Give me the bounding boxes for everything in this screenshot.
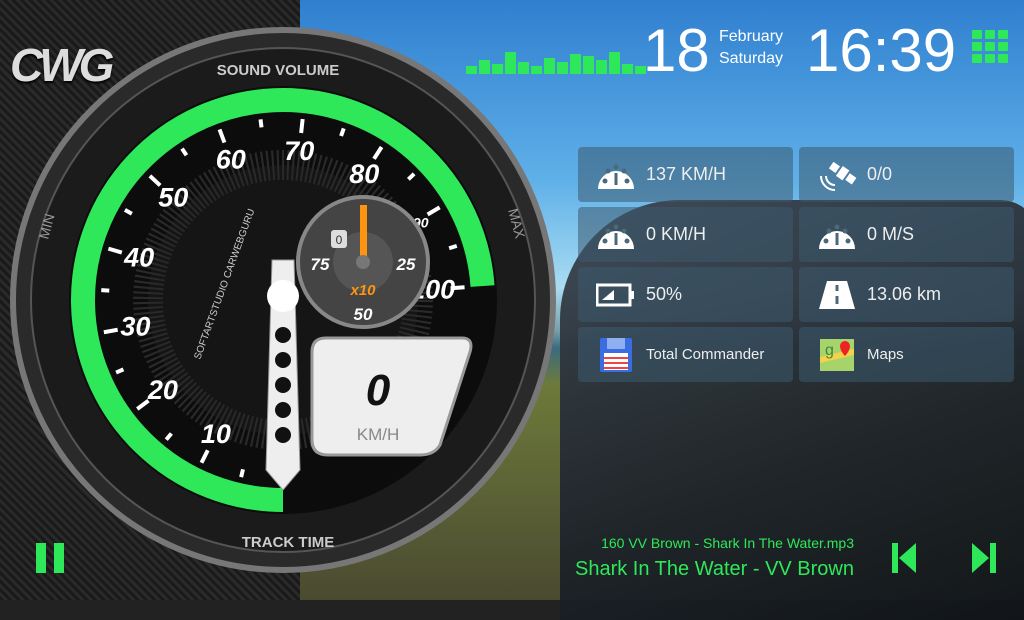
equalizer-bar: [492, 64, 503, 74]
sub-odometer: 0: [336, 233, 343, 247]
gauge-tick: [261, 119, 262, 127]
track-time-label[interactable]: TRACK TIME: [242, 534, 335, 551]
speedometer-icon: [596, 158, 636, 192]
equalizer-bar: [570, 54, 581, 74]
gauge-label-40: 40: [123, 243, 154, 273]
track-filename: 160 VV Brown - Shark In The Water.mp3: [601, 535, 854, 551]
clock: 16:39: [806, 16, 956, 85]
tile-137-km-h[interactable]: 137 KM/H: [578, 147, 793, 202]
equalizer-bar: [583, 56, 594, 74]
track-title: Shark In The Water - VV Brown: [575, 558, 854, 581]
tile-0-km-h[interactable]: 0 KM/H: [578, 207, 793, 262]
wallpaper-car: [560, 200, 1024, 620]
equalizer-bar: [479, 60, 490, 74]
app-grid-icon[interactable]: [972, 30, 1008, 63]
equalizer-bar: [596, 60, 607, 74]
sub-multiplier: x10: [349, 282, 376, 299]
road-icon: [817, 278, 857, 312]
gauge-tick: [341, 128, 344, 136]
tile-label: 13.06 km: [867, 284, 941, 305]
tile-maps[interactable]: g Maps: [799, 327, 1014, 382]
svg-text:g: g: [825, 342, 834, 359]
sub-tick-75: 75: [311, 255, 330, 274]
previous-track-icon[interactable]: [892, 541, 918, 575]
tile-label: 0 KM/H: [646, 224, 706, 245]
floppy-icon: [596, 338, 636, 372]
equalizer-bar: [531, 66, 542, 74]
gauge-label-70: 70: [284, 136, 314, 166]
tile-label: 137 KM/H: [646, 164, 726, 185]
tile-13-06-km[interactable]: 13.06 km: [799, 267, 1014, 322]
tile-total-commander[interactable]: Total Commander: [578, 327, 793, 382]
tile-label: Maps: [867, 346, 904, 363]
rpm-subgauge: 25 50 75 x10 0: [298, 197, 428, 327]
digital-speed: 0: [366, 366, 391, 415]
date-weekday: Saturday: [719, 50, 783, 68]
gauge-label-50: 50: [158, 183, 188, 213]
gauge-tick: [104, 330, 118, 332]
equalizer-bar: [544, 58, 555, 74]
equalizer-bar: [622, 64, 633, 74]
equalizer: [466, 46, 646, 74]
speed-needle: [266, 260, 300, 490]
gauge-label-80: 80: [349, 159, 379, 189]
tile-0-m-s[interactable]: 0 M/S: [799, 207, 1014, 262]
equalizer-bar: [518, 62, 529, 74]
pause-icon[interactable]: [34, 541, 68, 575]
sub-needle: [360, 205, 367, 260]
sub-tick-25: 25: [396, 255, 416, 274]
date-day: 18: [643, 16, 710, 85]
gauge-tick: [241, 469, 243, 477]
gauge-label-20: 20: [147, 375, 178, 405]
tile-label: 0 M/S: [867, 224, 914, 245]
sound-volume-label[interactable]: SOUND VOLUME: [217, 62, 340, 79]
gauge-label-60: 60: [216, 144, 246, 174]
gauge-label-10: 10: [201, 419, 231, 449]
equalizer-bar: [609, 52, 620, 74]
speed-gauge: SOUND VOLUME TRACK TIME MIN MAX SOFTARTS…: [0, 0, 560, 600]
tile-label: 50%: [646, 284, 682, 305]
satellite-icon: [817, 158, 857, 192]
tile-label: Total Commander: [646, 346, 764, 363]
tile-0-0[interactable]: 0/0: [799, 147, 1014, 202]
digital-speed-unit: KM/H: [357, 425, 400, 444]
gauge-tick: [449, 246, 457, 248]
equalizer-bar: [505, 52, 516, 74]
equalizer-bar: [466, 66, 477, 74]
maps-icon: g: [817, 338, 857, 372]
tile-label: 0/0: [867, 164, 892, 185]
date-month: February: [719, 28, 783, 46]
speedometer-icon: [817, 218, 857, 252]
gauge-tick: [301, 119, 303, 133]
next-track-icon[interactable]: [972, 541, 998, 575]
battery-icon: [596, 278, 636, 312]
equalizer-bar: [557, 62, 568, 74]
tile-50-[interactable]: 50%: [578, 267, 793, 322]
speedometer-icon: [596, 218, 636, 252]
sub-tick-50: 50: [354, 305, 373, 324]
gauge-label-30: 30: [120, 312, 150, 342]
